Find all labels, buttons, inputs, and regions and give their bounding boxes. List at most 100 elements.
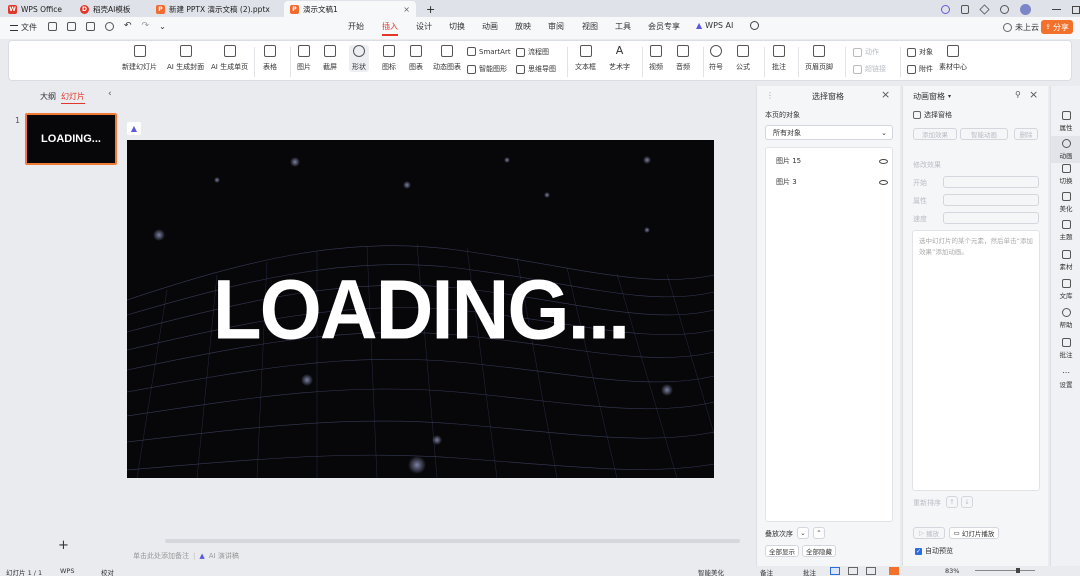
sidebar-item-settings[interactable]: ⋯ 设置 bbox=[1051, 368, 1080, 389]
menu-review[interactable]: 审阅 bbox=[548, 21, 564, 32]
chart-button[interactable]: 图表 bbox=[409, 45, 423, 72]
slideshow-button[interactable]: ▭ 幻灯片播放 bbox=[949, 527, 999, 539]
sidebar-item-material[interactable]: 素材 bbox=[1051, 250, 1080, 271]
menu-wps-ai[interactable]: ▲ WPS AI bbox=[696, 21, 733, 30]
undo-icon[interactable]: ↶ bbox=[124, 22, 132, 31]
menu-animation[interactable]: 动画 bbox=[482, 21, 498, 32]
hide-all-button[interactable]: 全部隐藏 bbox=[802, 545, 836, 557]
sidebar-item-library[interactable]: 文库 bbox=[1051, 279, 1080, 300]
save-icon[interactable] bbox=[48, 22, 57, 31]
horizontal-scrollbar[interactable] bbox=[165, 539, 740, 543]
proof-button[interactable]: 校对 bbox=[101, 567, 114, 576]
new-slide-button[interactable]: 新建幻灯片 bbox=[122, 45, 157, 72]
redo-icon[interactable]: ↷ bbox=[142, 22, 150, 31]
speed-select[interactable] bbox=[943, 212, 1039, 224]
reading-view-icon[interactable] bbox=[866, 567, 876, 575]
sidebar-item-help[interactable]: 帮助 bbox=[1051, 308, 1080, 329]
gear-icon[interactable] bbox=[1000, 5, 1009, 14]
flowchart-button[interactable]: 流程图 bbox=[516, 47, 549, 57]
search-icon[interactable] bbox=[750, 21, 759, 30]
animation-pane-title-menu[interactable]: 动画窗格 ▾ bbox=[913, 91, 951, 102]
file-menu[interactable]: 文件 bbox=[10, 22, 37, 33]
video-button[interactable]: 视频 bbox=[649, 45, 663, 72]
comment-button[interactable]: 批注 bbox=[772, 45, 786, 72]
tab-presentation-1[interactable]: P 演示文稿1 × bbox=[284, 1, 416, 17]
move-up-icon[interactable]: ⌃ bbox=[813, 527, 825, 539]
textbox-button[interactable]: 文本框 bbox=[575, 45, 596, 72]
add-slide-button[interactable]: + bbox=[58, 538, 69, 553]
smartart-button[interactable]: SmartArt bbox=[467, 47, 511, 56]
normal-view-icon[interactable] bbox=[830, 567, 840, 575]
drag-handle-icon[interactable]: ⋮ bbox=[766, 91, 774, 100]
formula-button[interactable]: 公式 bbox=[736, 45, 750, 72]
tab-docer-templates[interactable]: D 稻壳AI模板 bbox=[74, 1, 150, 17]
avatar[interactable] bbox=[1020, 4, 1031, 15]
sidebar-item-beautify[interactable]: 美化 bbox=[1051, 192, 1080, 213]
material-center-button[interactable]: 素材中心 bbox=[939, 45, 967, 72]
menu-home[interactable]: 开始 bbox=[348, 21, 364, 32]
cube-icon[interactable] bbox=[979, 4, 990, 15]
icon-button[interactable]: 图标 bbox=[382, 45, 396, 72]
collapse-panel-icon[interactable]: ‹ bbox=[108, 89, 112, 99]
shape-button[interactable]: 形状 bbox=[349, 45, 369, 72]
comment-toggle[interactable]: 批注 bbox=[803, 567, 816, 576]
hyperlink-button[interactable]: 超链接 bbox=[853, 64, 886, 74]
sidebar-item-theme[interactable]: 主题 bbox=[1051, 220, 1080, 241]
smart-animation-button[interactable]: 智能动画 bbox=[960, 128, 1008, 140]
minimize-icon[interactable] bbox=[1052, 9, 1061, 10]
preview-icon[interactable] bbox=[105, 22, 114, 31]
slide-thumbnail[interactable]: LOADING... bbox=[25, 113, 117, 165]
object-filter-select[interactable]: 所有对象 ⌄ bbox=[765, 125, 893, 140]
add-effect-button[interactable]: 添加效果 bbox=[913, 128, 957, 140]
attachment-button[interactable]: 附件 bbox=[907, 64, 933, 74]
tab-slides[interactable]: 幻灯片 bbox=[61, 91, 85, 104]
tab-pptx-file[interactable]: P 新建 PPTX 演示文稿 (2).pptx bbox=[150, 1, 282, 17]
wps-status[interactable]: WPS bbox=[60, 567, 74, 575]
sidebar-item-comment[interactable]: 批注 bbox=[1051, 338, 1080, 359]
menu-view[interactable]: 视图 bbox=[582, 21, 598, 32]
sidebar-item-transition[interactable]: 切换 bbox=[1051, 164, 1080, 185]
menu-member[interactable]: 会员专享 bbox=[648, 21, 680, 32]
notes-area[interactable]: 单击此处添加备注 | ▲ AI 演讲稿 bbox=[127, 549, 717, 562]
notes-toggle[interactable]: 备注 bbox=[760, 567, 773, 576]
zoom-thumb[interactable] bbox=[1016, 568, 1020, 573]
picture-button[interactable]: 图片 bbox=[297, 45, 311, 72]
menu-design[interactable]: 设计 bbox=[416, 21, 432, 32]
ai-page-button[interactable]: AI 生成单页 bbox=[211, 45, 248, 72]
symbol-button[interactable]: 符号 bbox=[709, 45, 723, 72]
eye-icon[interactable] bbox=[879, 179, 888, 185]
print-icon[interactable] bbox=[86, 22, 95, 31]
dynamic-chart-button[interactable]: 动态图表 bbox=[433, 45, 461, 72]
close-tab-icon[interactable]: × bbox=[397, 5, 410, 14]
smart-graph-button[interactable]: 智能图形 bbox=[467, 64, 507, 74]
table-button[interactable]: 表格 bbox=[263, 45, 277, 72]
share-button[interactable]: ⇪ 分享 bbox=[1041, 20, 1073, 34]
menu-tools[interactable]: 工具 bbox=[615, 21, 631, 32]
play-slideshow-icon[interactable] bbox=[889, 567, 899, 575]
tab-outline[interactable]: 大纲 bbox=[40, 91, 56, 102]
tab-wps-office[interactable]: W WPS Office bbox=[2, 1, 74, 17]
action-button[interactable]: 动作 bbox=[853, 47, 879, 57]
ai-cover-button[interactable]: AI 生成封面 bbox=[167, 45, 204, 72]
list-item[interactable]: 图片 15 bbox=[776, 156, 888, 166]
menu-insert[interactable]: 插入 bbox=[382, 21, 398, 36]
restore-icon[interactable] bbox=[1072, 5, 1080, 14]
property-select[interactable] bbox=[943, 194, 1039, 206]
close-icon[interactable]: × bbox=[881, 88, 890, 101]
wps-ai-float-icon[interactable]: ▲ bbox=[127, 122, 141, 135]
menu-transition[interactable]: 切换 bbox=[449, 21, 465, 32]
list-item[interactable]: 图片 3 bbox=[776, 177, 888, 187]
slide-canvas[interactable]: LOADING... bbox=[127, 140, 714, 478]
slide-sorter-icon[interactable] bbox=[848, 567, 858, 575]
select-pane-link[interactable]: 选择窗格 bbox=[913, 110, 952, 120]
close-icon[interactable]: × bbox=[1029, 88, 1038, 101]
menu-slideshow[interactable]: 放映 bbox=[515, 21, 531, 32]
cloud-status[interactable]: 未上云 bbox=[1003, 22, 1039, 33]
ai-speech-button[interactable]: AI 演讲稿 bbox=[209, 551, 239, 561]
autopreview-checkbox[interactable]: ✓ 自动预览 bbox=[915, 546, 953, 556]
zoom-slider[interactable] bbox=[975, 570, 1035, 571]
move-down-icon[interactable]: ⌄ bbox=[797, 527, 809, 539]
move-up-icon[interactable]: ↑ bbox=[946, 496, 958, 508]
audio-button[interactable]: 音频 bbox=[676, 45, 690, 72]
screenshot-button[interactable]: 截屏 bbox=[323, 45, 337, 72]
